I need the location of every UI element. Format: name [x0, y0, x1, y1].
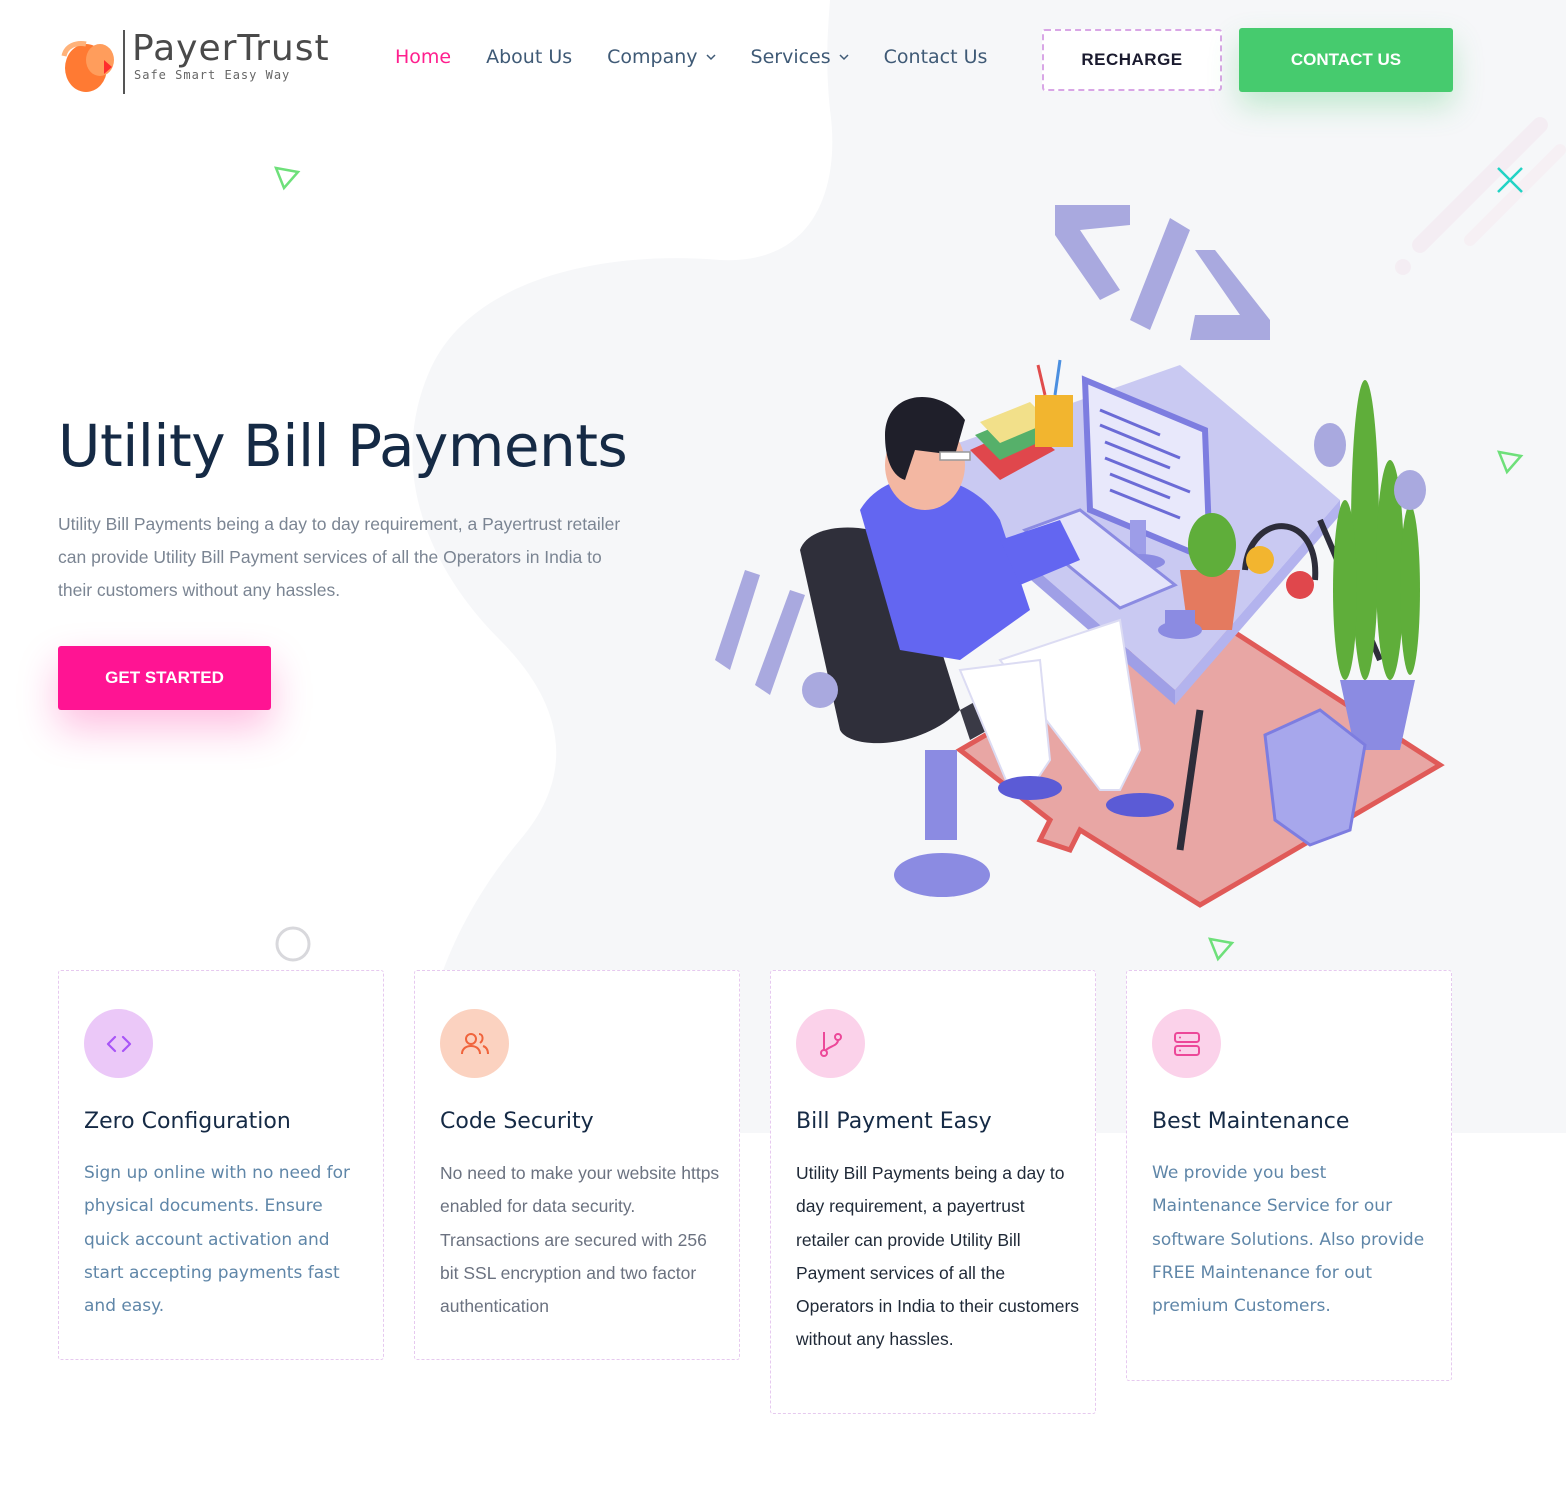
developer-at-desk-illustration [715, 205, 1445, 908]
logo-divider [123, 30, 125, 94]
git-branch-icon [819, 1031, 842, 1057]
feature-title: Zero Configuration [84, 1109, 291, 1134]
hero-title: Utility Bill Payments [58, 412, 628, 480]
feature-card-best-maintenance: Best Maintenance We provide you best Mai… [1126, 970, 1452, 1381]
feature-card-bill-payment-easy: Bill Payment Easy Utility Bill Payments … [770, 970, 1096, 1414]
recharge-button[interactable]: RECHARGE [1042, 29, 1222, 91]
circle-deco-icon [275, 926, 311, 962]
hero-description: Utility Bill Payments being a day to day… [58, 514, 621, 600]
feature-text: Utility Bill Payments being a day to day… [796, 1163, 1080, 1350]
feature-title: Code Security [440, 1109, 594, 1134]
nav-services-label: Services [750, 46, 831, 68]
nav-home-label: Home [395, 46, 452, 68]
feature-text: Sign up online with no need for physical… [84, 1163, 351, 1317]
code-icon [106, 1035, 131, 1052]
contact-us-button[interactable]: CONTACT US [1239, 28, 1453, 92]
triangle-deco-icon [1497, 450, 1524, 475]
feature-icon-circle [796, 1009, 865, 1078]
feature-card-code-security: Code Security No need to make your websi… [414, 970, 740, 1360]
nav-about-label: About Us [486, 46, 573, 68]
feature-title: Best Maintenance [1152, 1109, 1350, 1134]
triangle-deco-icon [1208, 937, 1235, 962]
feature-icon-circle [84, 1009, 153, 1078]
nav-contact[interactable]: Contact Us [884, 46, 988, 68]
feature-text: No need to make your website https enabl… [440, 1163, 720, 1317]
server-icon [1173, 1031, 1200, 1056]
cross-deco-icon [1497, 167, 1523, 193]
nav-company-label: Company [607, 46, 698, 68]
main-nav: Home About Us Company Services Contact U… [395, 46, 1022, 68]
chevron-down-icon [706, 54, 716, 61]
feature-icon-circle [1152, 1009, 1221, 1078]
feature-title: Bill Payment Easy [796, 1109, 992, 1134]
logo-mark-icon [61, 41, 114, 92]
nav-home[interactable]: Home [395, 46, 451, 68]
feature-card-zero-configuration: Zero Configuration Sign up online with n… [58, 970, 384, 1360]
site-header: PayerTrust Safe Smart Easy Way Home Abou… [0, 0, 1566, 120]
feature-text: We provide you best Maintenance Service … [1152, 1163, 1425, 1317]
get-started-button[interactable]: GET STARTED [58, 646, 271, 710]
nav-company[interactable]: Company [607, 46, 716, 68]
brand-logo[interactable]: PayerTrust Safe Smart Easy Way [60, 28, 350, 98]
code-symbol-icon [1055, 205, 1270, 340]
triangle-deco-icon [274, 166, 301, 191]
nav-about[interactable]: About Us [486, 46, 572, 68]
users-icon [460, 1032, 489, 1054]
chevron-down-icon [839, 54, 849, 61]
brand-name: PayerTrust [132, 28, 330, 69]
nav-contact-label: Contact Us [883, 46, 988, 68]
nav-services[interactable]: Services [751, 46, 849, 68]
brand-tagline: Safe Smart Easy Way [134, 68, 291, 82]
feature-icon-circle [440, 1009, 509, 1078]
